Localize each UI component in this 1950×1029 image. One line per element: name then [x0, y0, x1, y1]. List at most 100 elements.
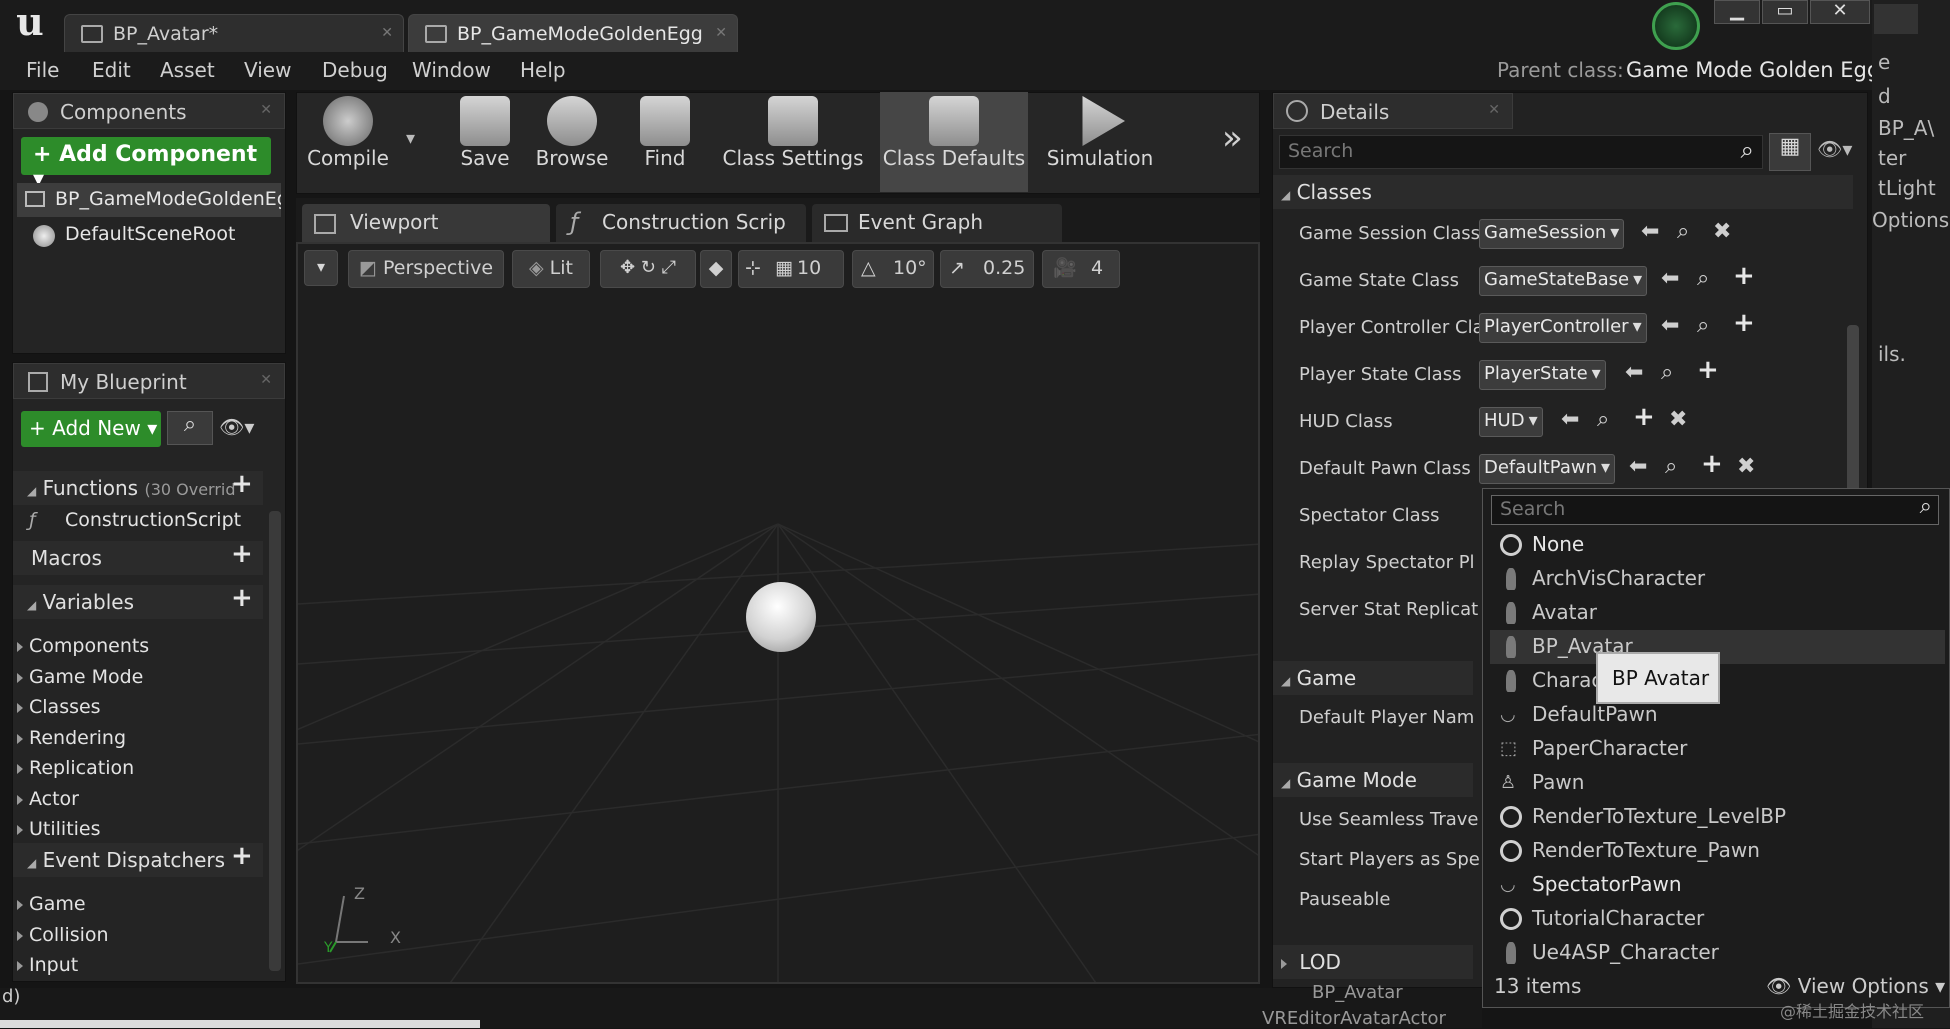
class-settings-button[interactable]: Class Settings — [716, 92, 870, 192]
scrollbar[interactable] — [269, 511, 281, 971]
browse-search-icon[interactable]: ⌕ — [1697, 313, 1709, 338]
class-option[interactable]: ◡ SpectatorPawn — [1490, 868, 1945, 902]
search-icon[interactable] — [1874, 4, 1918, 34]
camera-speed-button[interactable]: 🎥 4 — [1042, 250, 1120, 288]
default-scene-root-sphere[interactable] — [746, 582, 816, 652]
variable-group[interactable]: Replication — [17, 757, 257, 788]
menu-debug[interactable]: Debug — [322, 58, 388, 82]
rotate-icon[interactable]: ↻ — [641, 257, 656, 278]
transform-tools[interactable]: ✥ ↻ ⤢ — [600, 250, 696, 288]
dispatcher-group[interactable]: Game — [17, 893, 257, 924]
menu-help[interactable]: Help — [520, 58, 566, 82]
tab-bp-avatar[interactable]: BP_Avatar* ✕ — [64, 14, 404, 52]
construction-script-item[interactable]: ƒ ConstructionScript — [25, 509, 241, 531]
class-option[interactable]: None — [1490, 528, 1945, 562]
scale-snap-button[interactable]: ↗ 0.25 — [940, 250, 1034, 288]
add-component-button[interactable]: + Add Component ▾ — [21, 137, 271, 192]
class-option[interactable]: TutorialCharacter — [1490, 902, 1945, 936]
class-defaults-button[interactable]: Class Defaults — [880, 92, 1028, 192]
search-icon[interactable]: ⌕ — [167, 411, 213, 445]
player-controller-class-combo[interactable]: PlayerController — [1479, 313, 1647, 343]
add-new-class-icon[interactable]: + — [1701, 449, 1723, 479]
eye-icon[interactable]: 👁▾ — [1817, 137, 1852, 161]
browse-search-icon[interactable]: ⌕ — [1665, 454, 1677, 479]
add-new-class-icon[interactable]: + — [1697, 355, 1719, 385]
classes-section[interactable]: ◢ Classes — [1273, 175, 1853, 209]
eye-icon[interactable]: 👁▾ — [219, 415, 254, 439]
source-control-icon[interactable] — [1652, 2, 1700, 50]
browse-search-icon[interactable]: ⌕ — [1661, 360, 1673, 385]
class-option[interactable]: ♙ Pawn — [1490, 766, 1945, 800]
close-icon[interactable]: ✕ — [260, 372, 272, 388]
variable-group[interactable]: Rendering — [17, 727, 257, 758]
class-option[interactable]: ⬚ PaperCharacter — [1490, 732, 1945, 766]
browse-search-icon[interactable]: ⌕ — [1697, 266, 1709, 291]
viewport[interactable]: ▾ ◩ Perspective ◈ Lit ✥ ↻ ⤢ ◆ ⊹ ▦ 10 △ 10° … — [296, 242, 1260, 984]
dispatcher-group[interactable]: Input — [17, 954, 257, 985]
game-mode-section[interactable]: ◢ Game Mode — [1273, 763, 1473, 797]
use-selected-arrow-icon[interactable]: ⬅ — [1661, 313, 1679, 338]
variable-group[interactable]: Components — [17, 635, 257, 666]
dispatcher-group[interactable]: Collision — [17, 924, 257, 955]
use-selected-arrow-icon[interactable]: ⬅ — [1629, 454, 1647, 479]
player-state-class-combo[interactable]: PlayerState — [1479, 360, 1606, 390]
add-macro-button[interactable]: + — [231, 539, 253, 569]
clear-x-icon[interactable]: ✖ — [1737, 454, 1755, 479]
search-icon[interactable]: ⌕ — [1920, 494, 1932, 519]
rotate-snap-button[interactable]: △ 10° — [852, 250, 934, 288]
functions-section[interactable]: ◢ Functions (30 Overrid — [13, 471, 263, 505]
class-option[interactable]: RenderToTexture_Pawn — [1490, 834, 1945, 868]
close-window-button[interactable]: ✕ — [1810, 0, 1870, 24]
menu-file[interactable]: File — [26, 58, 59, 82]
view-options-button[interactable]: 👁 View Options ▾ — [1766, 974, 1945, 998]
close-icon[interactable]: ✕ — [715, 25, 727, 41]
simulation-button[interactable]: Simulation — [1036, 92, 1164, 192]
lod-section[interactable]: LOD — [1273, 945, 1473, 979]
world-local-icon[interactable]: ◆ — [700, 250, 732, 288]
add-variable-button[interactable]: + — [231, 583, 253, 613]
class-option[interactable]: Avatar — [1490, 596, 1945, 630]
property-matrix-icon[interactable]: ▦ — [1769, 133, 1811, 171]
variable-group[interactable]: Actor — [17, 788, 257, 819]
use-selected-arrow-icon[interactable]: ⬅ — [1641, 219, 1659, 244]
search-icon[interactable]: ⌕ — [1741, 136, 1754, 164]
browse-search-icon[interactable]: ⌕ — [1597, 407, 1609, 432]
game-state-class-combo[interactable]: GameStateBase — [1479, 266, 1648, 296]
game-section[interactable]: ◢ Game — [1273, 661, 1473, 695]
component-default-scene-root[interactable]: DefaultSceneRoot — [33, 223, 235, 247]
add-function-button[interactable]: + — [231, 469, 253, 499]
use-selected-arrow-icon[interactable]: ⬅ — [1561, 407, 1579, 432]
grid-snap-button[interactable]: ⊹ ▦ 10 — [738, 250, 844, 288]
find-button[interactable]: Find — [622, 92, 708, 192]
tab-bp-gamemode[interactable]: BP_GameModeGoldenEgg ✕ — [408, 14, 738, 52]
details-scrollbar[interactable] — [1847, 325, 1859, 495]
add-new-class-icon[interactable]: + — [1633, 402, 1655, 432]
close-icon[interactable]: ✕ — [1488, 102, 1500, 118]
tab-event-graph[interactable]: Event Graph — [812, 204, 1062, 242]
variable-group[interactable]: Game Mode — [17, 666, 257, 697]
clear-x-icon[interactable]: ✖ — [1713, 219, 1731, 244]
use-selected-arrow-icon[interactable]: ⬅ — [1661, 266, 1679, 291]
macros-section[interactable]: Macros — [13, 541, 263, 575]
menu-view[interactable]: View — [244, 58, 291, 82]
translate-icon[interactable]: ✥ — [620, 257, 635, 278]
add-new-button[interactable]: + Add New ▾ — [21, 411, 161, 447]
add-new-class-icon[interactable]: + — [1733, 308, 1755, 338]
add-new-class-icon[interactable]: + — [1733, 261, 1755, 291]
add-event-dispatcher-button[interactable]: + — [231, 841, 253, 871]
tab-construction-script[interactable]: ƒ Construction Scrip — [556, 204, 806, 242]
compile-options-chevron-icon[interactable]: ▾ — [406, 128, 415, 149]
class-picker-search-input[interactable]: Search ⌕ — [1491, 494, 1939, 525]
details-search-input[interactable]: Search ⌕ — [1279, 135, 1763, 169]
menu-window[interactable]: Window — [412, 58, 491, 82]
component-root[interactable]: BP_GameModeGoldenEg — [17, 183, 281, 217]
bottom-scrollbar[interactable] — [0, 1020, 480, 1028]
parent-class-value[interactable]: Game Mode Golden Egg — [1626, 58, 1880, 82]
lit-button[interactable]: ◈ Lit — [512, 250, 590, 288]
event-dispatchers-section[interactable]: ◢ Event Dispatchers — [13, 843, 263, 877]
class-option[interactable]: Ue4ASP_Character — [1490, 936, 1945, 970]
minimize-button[interactable]: ▁ — [1714, 0, 1760, 24]
perspective-button[interactable]: ◩ Perspective — [348, 250, 504, 288]
game-session-class-combo[interactable]: GameSession — [1479, 219, 1625, 249]
browse-button[interactable]: Browse — [530, 92, 614, 192]
